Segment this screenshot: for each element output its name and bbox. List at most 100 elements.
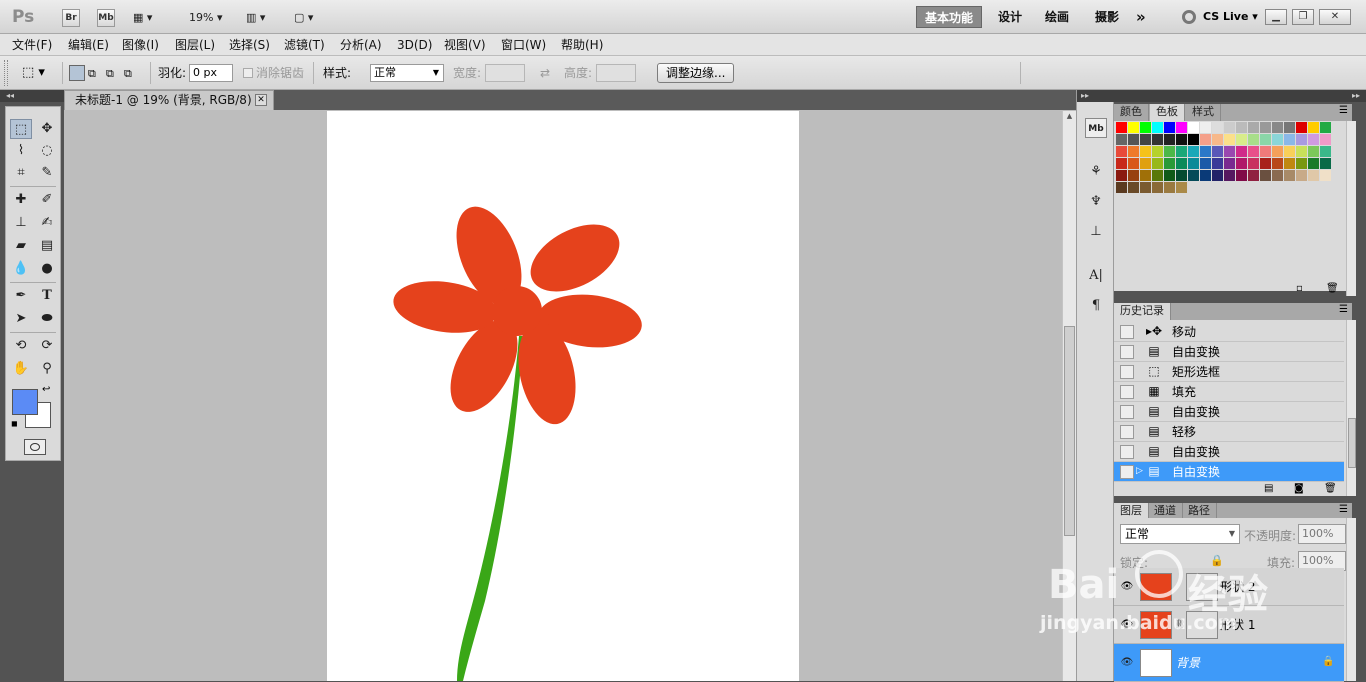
3d-orbit-tool-icon[interactable]: ⟳ <box>36 336 58 356</box>
color-swatch[interactable] <box>1308 146 1319 157</box>
color-swatch[interactable] <box>1212 146 1223 157</box>
swatches-scrollbar[interactable] <box>1346 121 1356 296</box>
workspace-photography[interactable]: 摄影 <box>1087 6 1127 28</box>
workspace-painting[interactable]: 绘画 <box>1037 6 1077 28</box>
dodge-tool-icon[interactable]: ● <box>36 259 58 279</box>
color-swatch[interactable] <box>1236 134 1247 145</box>
color-swatch[interactable] <box>1320 134 1331 145</box>
mini-bridge-button[interactable]: Mb <box>97 9 115 27</box>
color-swatch[interactable] <box>1152 182 1163 193</box>
history-item[interactable]: ▤ 自由变换 <box>1114 402 1344 422</box>
intersect-selection-icon[interactable]: ⧉ <box>124 67 132 81</box>
scroll-up-icon[interactable]: ▲ <box>1064 112 1075 124</box>
color-swatch[interactable] <box>1140 170 1151 181</box>
color-swatch[interactable] <box>1188 158 1199 169</box>
menu-image[interactable]: 图像(I) <box>122 37 159 53</box>
history-scroll-thumb[interactable] <box>1348 418 1356 468</box>
color-swatch[interactable] <box>1260 170 1271 181</box>
pen-tool-icon[interactable]: ✒ <box>10 286 32 306</box>
color-swatch[interactable] <box>1284 146 1295 157</box>
zoom-level-dropdown[interactable]: 19% ▾ <box>189 9 231 27</box>
document-canvas[interactable] <box>327 111 799 681</box>
tab-styles[interactable]: 样式 <box>1186 104 1221 121</box>
quick-selection-tool-icon[interactable]: ◌ <box>36 141 58 161</box>
panel-menu-icon[interactable]: ☰ <box>1339 105 1348 116</box>
height-input[interactable] <box>596 64 636 82</box>
color-swatch[interactable] <box>1128 158 1139 169</box>
menu-layer[interactable]: 图层(L) <box>175 37 215 53</box>
color-swatch[interactable] <box>1296 134 1307 145</box>
color-swatch[interactable] <box>1140 122 1151 133</box>
color-swatch[interactable] <box>1200 122 1211 133</box>
color-swatch[interactable] <box>1236 122 1247 133</box>
color-swatch[interactable] <box>1188 146 1199 157</box>
history-source-box[interactable] <box>1120 365 1134 379</box>
color-swatch[interactable] <box>1188 170 1199 181</box>
color-swatch[interactable] <box>1140 158 1151 169</box>
color-swatch[interactable] <box>1200 158 1211 169</box>
subtract-selection-icon[interactable]: ⧉ <box>106 67 114 81</box>
color-swatch[interactable] <box>1116 170 1127 181</box>
color-swatch[interactable] <box>1320 122 1331 133</box>
character-icon[interactable]: A| <box>1085 266 1107 286</box>
color-swatch[interactable] <box>1152 146 1163 157</box>
menu-select[interactable]: 选择(S) <box>229 37 270 53</box>
panel-menu-icon[interactable]: ☰ <box>1339 504 1348 515</box>
visibility-eye-icon[interactable]: 👁 <box>1120 580 1134 594</box>
crop-tool-icon[interactable]: ⌗ <box>10 163 32 183</box>
screen-mode-dropdown[interactable]: ▢ ▾ <box>294 9 326 27</box>
color-swatch[interactable] <box>1284 158 1295 169</box>
arrange-documents-dropdown[interactable]: ▥ ▾ <box>246 9 278 27</box>
color-swatch[interactable] <box>1176 170 1187 181</box>
color-swatch[interactable] <box>1200 134 1211 145</box>
quick-mask-button[interactable] <box>24 439 46 455</box>
history-item-selected[interactable]: ▷ ▤ 自由变换 <box>1114 462 1344 482</box>
color-swatch[interactable] <box>1284 122 1295 133</box>
color-swatch[interactable] <box>1164 122 1175 133</box>
color-swatch[interactable] <box>1164 170 1175 181</box>
ellipse-tool-icon[interactable]: ⬬ <box>36 309 58 329</box>
history-source-box[interactable] <box>1120 405 1134 419</box>
color-swatch[interactable] <box>1128 146 1139 157</box>
bridge-button[interactable]: Br <box>62 9 80 27</box>
color-swatch[interactable] <box>1212 122 1223 133</box>
tab-color[interactable]: 颜色 <box>1114 104 1149 121</box>
3d-rotate-tool-icon[interactable]: ⟲ <box>10 336 32 356</box>
brush-presets-icon[interactable]: ⚘ <box>1085 162 1107 182</box>
color-swatch[interactable] <box>1248 158 1259 169</box>
color-swatch[interactable] <box>1188 122 1199 133</box>
expand-panels-icon[interactable]: ▸▸ <box>1077 90 1115 102</box>
history-item[interactable]: ⬚ 矩形选框 <box>1114 362 1344 382</box>
new-swatch-icon[interactable]: ▫ <box>1296 283 1303 294</box>
collapse-tools-icon[interactable]: ◂◂ <box>0 90 64 102</box>
scroll-thumb[interactable] <box>1064 326 1075 536</box>
color-swatch[interactable] <box>1212 170 1223 181</box>
brush-icon[interactable]: ♆ <box>1085 192 1107 212</box>
color-swatch[interactable] <box>1296 146 1307 157</box>
color-swatch[interactable] <box>1176 146 1187 157</box>
color-swatch[interactable] <box>1116 158 1127 169</box>
lasso-tool-icon[interactable]: ⌇ <box>10 141 32 161</box>
mini-bridge-icon[interactable]: Mb <box>1085 118 1107 138</box>
layer-row-selected[interactable]: 👁 背景 🔒 <box>1114 644 1344 682</box>
color-swatch[interactable] <box>1140 134 1151 145</box>
color-swatch[interactable] <box>1128 134 1139 145</box>
gradient-tool-icon[interactable]: ▤ <box>36 236 58 256</box>
rectangular-marquee-tool-icon[interactable]: ⬚ <box>10 119 32 139</box>
color-swatch[interactable] <box>1296 170 1307 181</box>
color-swatch[interactable] <box>1236 158 1247 169</box>
color-swatch[interactable] <box>1128 182 1139 193</box>
new-selection-icon[interactable] <box>69 65 85 81</box>
color-swatch[interactable] <box>1200 170 1211 181</box>
color-swatch[interactable] <box>1272 158 1283 169</box>
color-swatch[interactable] <box>1224 146 1235 157</box>
clone-source-icon[interactable]: ⊥ <box>1085 222 1107 242</box>
color-swatch[interactable] <box>1224 122 1235 133</box>
width-input[interactable] <box>485 64 525 82</box>
eraser-tool-icon[interactable]: ▰ <box>10 236 32 256</box>
new-document-from-state-icon[interactable]: ▤ <box>1264 483 1273 494</box>
workspace-design[interactable]: 设计 <box>990 6 1030 28</box>
color-swatch[interactable] <box>1176 122 1187 133</box>
style-select[interactable]: 正常 ▼ <box>370 64 444 82</box>
history-source-box[interactable] <box>1120 385 1134 399</box>
